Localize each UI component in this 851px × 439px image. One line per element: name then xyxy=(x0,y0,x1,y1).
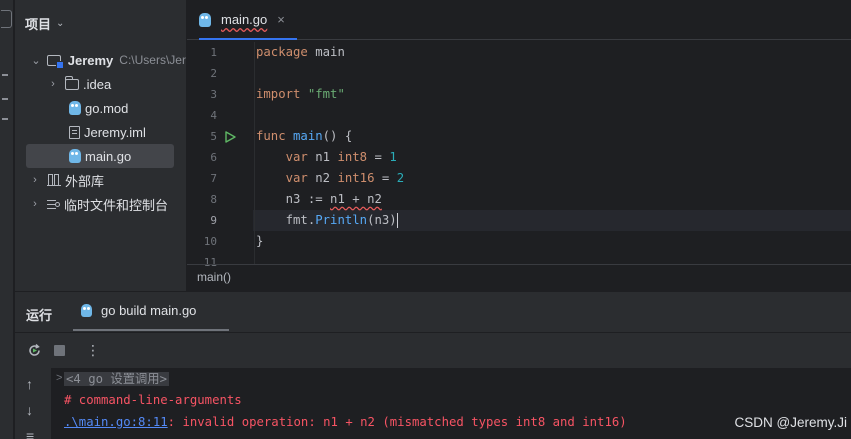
console-output[interactable]: > <4 go 设置调用> # command-line-arguments .… xyxy=(51,368,851,439)
line-number: 3 xyxy=(210,88,217,101)
line-number: 4 xyxy=(210,109,217,122)
line-number: 1 xyxy=(210,46,217,59)
folded-region[interactable]: <4 go 设置调用> xyxy=(64,372,170,386)
fold-expand-icon[interactable]: > xyxy=(56,372,62,384)
structure-tool-icon[interactable] xyxy=(2,98,8,100)
run-gutter-icon[interactable] xyxy=(224,131,236,143)
tab-label: main.go xyxy=(221,12,268,27)
tab-main-go[interactable]: main.go × xyxy=(199,12,285,27)
line-number: 2 xyxy=(210,67,217,80)
tree-item-jeremy[interactable]: ⌄ Jeremy C:\Users\Jer xyxy=(15,48,186,72)
code-line-3: import "fmt" xyxy=(256,87,345,101)
editor-tab-bar: main.go × xyxy=(187,0,851,40)
run-panel: 运行 go build main.go ⋮ ↑ ↓ ≡ > <4 go 设置调用… xyxy=(15,291,851,439)
line-number: 8 xyxy=(210,193,217,206)
breadcrumb[interactable]: main() xyxy=(197,270,231,284)
watermark: CSDN @Jeremy.Ji xyxy=(734,415,847,430)
code-line-9: fmt.Println(n3) xyxy=(285,213,398,228)
tree-item-label: main.go xyxy=(85,148,132,164)
chevron-right-icon[interactable]: › xyxy=(29,198,41,210)
active-run-tab-indicator xyxy=(73,329,229,331)
stop-icon xyxy=(53,344,65,356)
error-highlight: n1 + n2 xyxy=(330,192,382,206)
editor-divider xyxy=(187,264,851,265)
tree-item-idea[interactable]: › .idea xyxy=(15,72,186,96)
tree-item-label: 外部库 xyxy=(65,173,105,189)
tree-item-label: Jeremy xyxy=(67,52,114,68)
run-tab-label: go build main.go xyxy=(101,303,197,318)
chevron-right-icon[interactable]: › xyxy=(29,174,41,186)
project-tool-icon[interactable] xyxy=(1,10,12,28)
module-folder-icon xyxy=(47,54,65,69)
gopher-icon xyxy=(69,101,81,115)
console-line-error-header: # command-line-arguments xyxy=(64,393,242,407)
tree-item-label: go.mod xyxy=(85,100,129,116)
tree-item-scratches[interactable]: › 临时文件和控制台 xyxy=(15,192,186,216)
tree-item-label: .idea xyxy=(83,76,112,92)
code-line-5: func main() { xyxy=(256,129,353,143)
project-panel: 项目 ⌄ ⌄ Jeremy C:\Users\Jer › .idea go.mo… xyxy=(15,0,186,291)
line-number-gutter: 1 2 3 4 5 6 7 8 9 10 11 xyxy=(187,42,253,269)
code-editor: main.go × 1 2 3 4 5 6 7 8 9 10 11 packag… xyxy=(187,0,851,291)
console-line-fold[interactable]: <4 go 设置调用> xyxy=(64,369,170,390)
tool-window-strip xyxy=(0,0,14,439)
line-number: 10 xyxy=(203,235,217,248)
chevron-right-icon[interactable]: › xyxy=(47,78,59,90)
project-panel-header[interactable]: 项目 ⌄ xyxy=(25,14,64,33)
tree-item-go-mod[interactable]: go.mod xyxy=(15,96,186,120)
run-panel-title: 运行 xyxy=(26,308,53,323)
folder-icon xyxy=(65,75,79,90)
code-line-1: package main xyxy=(256,45,345,59)
commit-tool-icon[interactable] xyxy=(2,74,8,76)
close-icon[interactable]: × xyxy=(277,12,285,27)
arrow-down-icon[interactable]: ↓ xyxy=(26,402,33,418)
code-line-6: var n1 int8 = 1 xyxy=(285,150,397,164)
tree-item-label: Jeremy.iml xyxy=(84,124,146,140)
file-icon xyxy=(69,125,80,139)
line-number: 9 xyxy=(210,214,217,227)
scratch-icon xyxy=(47,199,60,210)
tree-item-label: 临时文件和控制台 xyxy=(64,197,169,213)
gopher-icon xyxy=(69,149,81,163)
error-message: : invalid operation: n1 + n2 (mismatched… xyxy=(167,415,627,429)
run-tab-go-build[interactable]: go build main.go xyxy=(81,303,196,318)
text-caret xyxy=(396,213,398,228)
tree-item-external-libraries[interactable]: › 外部库 xyxy=(15,168,186,192)
tree-item-path: C:\Users\Jer xyxy=(119,53,186,67)
line-number: 6 xyxy=(210,151,217,164)
arrow-up-icon[interactable]: ↑ xyxy=(26,376,33,392)
error-source-link[interactable]: .\main.go:8:11 xyxy=(64,415,168,429)
stop-button[interactable] xyxy=(51,342,67,358)
more-options-icon[interactable]: ⋮ xyxy=(85,342,101,358)
chevron-down-icon[interactable]: ⌄ xyxy=(30,54,41,67)
code-line-7: var n2 int16 = 2 xyxy=(285,171,405,185)
gutter-divider xyxy=(254,42,255,264)
library-icon xyxy=(47,174,61,186)
rerun-icon[interactable] xyxy=(26,342,42,358)
console-line-error: .\main.go:8:11: invalid operation: n1 + … xyxy=(64,412,627,433)
chevron-down-icon[interactable]: ⌄ xyxy=(56,18,64,29)
more-tools-icon[interactable] xyxy=(2,118,8,120)
wrap-icon[interactable]: ≡ xyxy=(26,428,34,439)
project-panel-title: 项目 xyxy=(25,17,52,32)
console-side-toolbar: ↑ ↓ ≡ xyxy=(15,368,51,439)
gopher-run-icon xyxy=(81,304,92,317)
line-number: 5 xyxy=(210,130,217,143)
active-tab-indicator xyxy=(199,38,297,40)
tree-item-jeremy-iml[interactable]: Jeremy.iml xyxy=(15,120,186,144)
tree-item-main-go[interactable]: main.go xyxy=(26,144,174,168)
line-number: 7 xyxy=(210,172,217,185)
line-number: 11 xyxy=(203,256,217,269)
code-line-8: n3 := n1 + n2 xyxy=(285,192,382,206)
code-line-10: } xyxy=(256,234,264,248)
run-toolbar-divider xyxy=(15,332,851,333)
gopher-icon xyxy=(199,12,211,27)
